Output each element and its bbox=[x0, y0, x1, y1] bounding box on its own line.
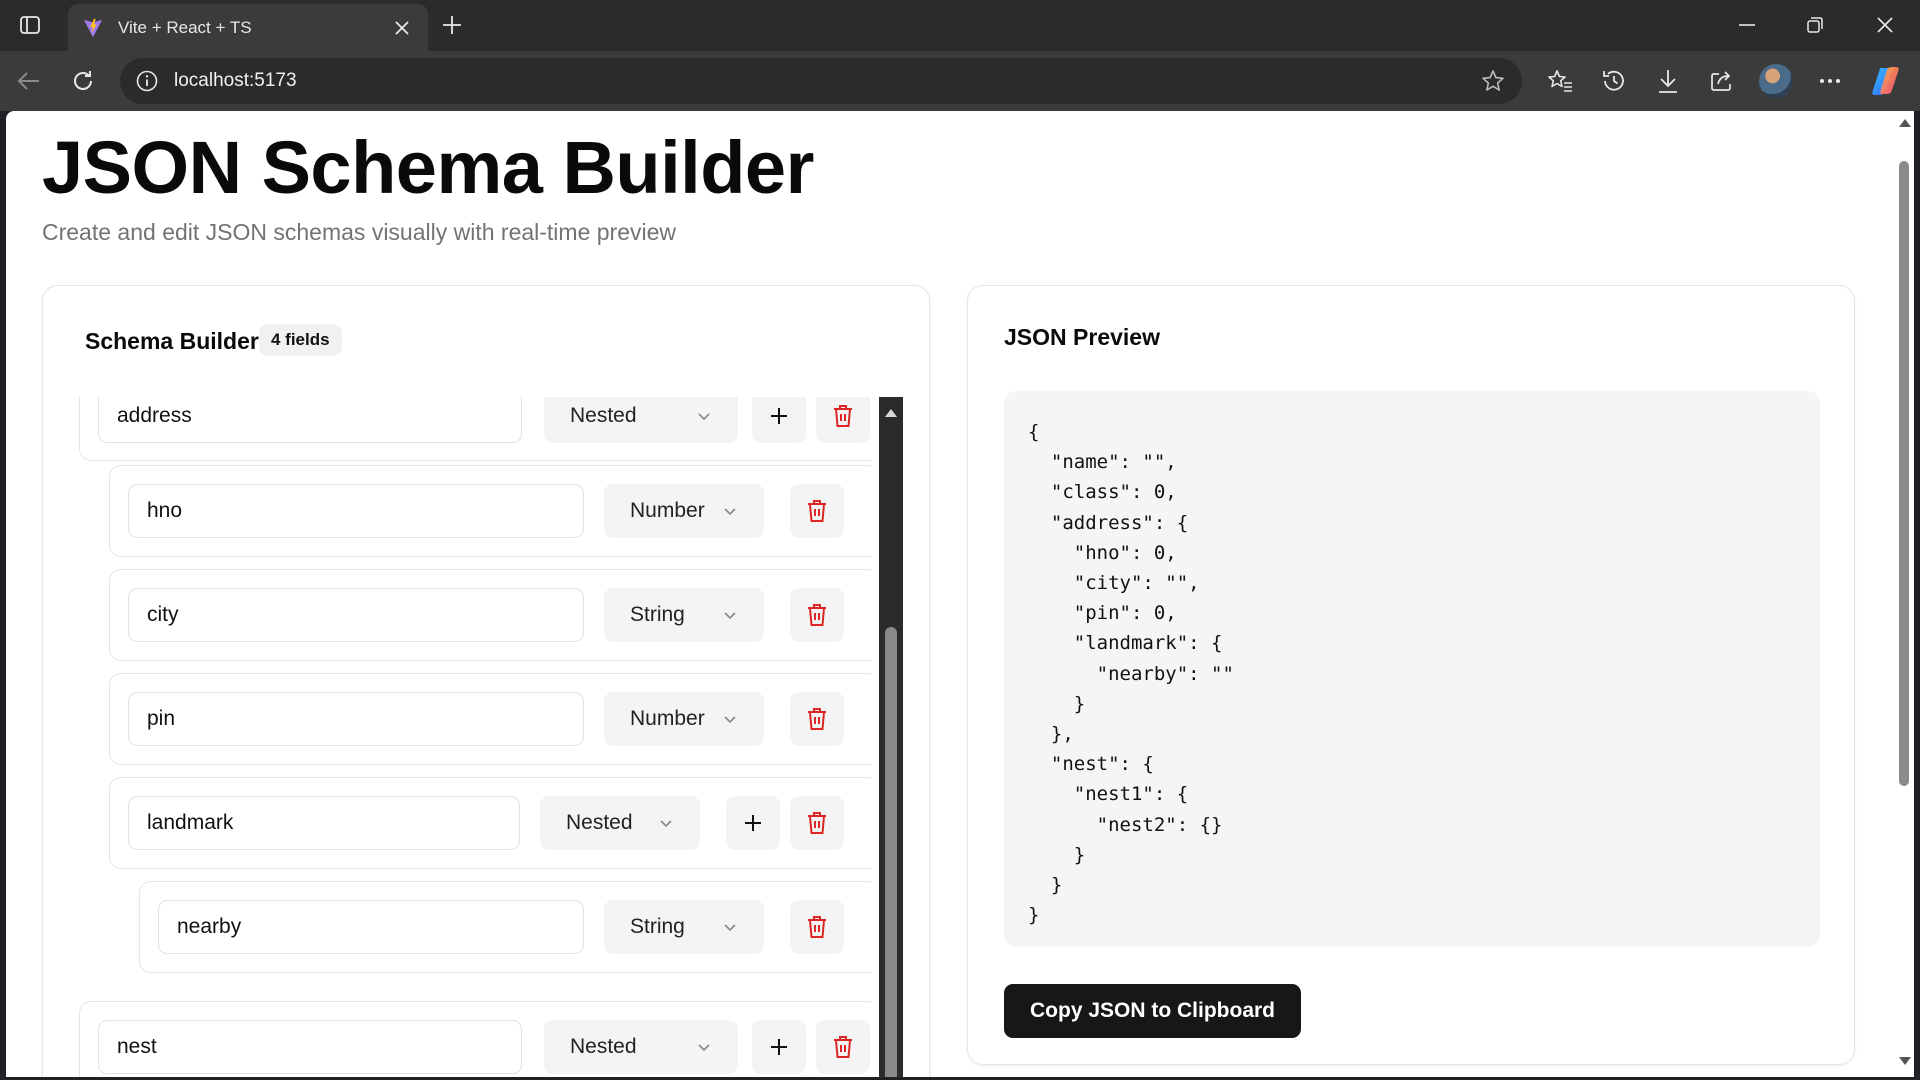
close-window-icon[interactable] bbox=[1858, 6, 1912, 44]
field-type-select[interactable]: Nested bbox=[544, 1020, 738, 1074]
browser-tab-active[interactable]: Vite + React + TS bbox=[68, 4, 428, 51]
tab-title: Vite + React + TS bbox=[118, 17, 252, 37]
field-list[interactable]: address Nested hno Number city String pi… bbox=[43, 397, 871, 1077]
field-type-value: String bbox=[630, 915, 685, 938]
json-output: { "name": "", "class": 0, "address": { "… bbox=[1028, 421, 1234, 927]
minimize-icon[interactable] bbox=[1720, 6, 1774, 44]
close-tab-icon[interactable] bbox=[390, 16, 414, 40]
chevron-down-icon bbox=[698, 1044, 710, 1052]
field-block-hno: hno Number bbox=[109, 465, 871, 557]
field-block-nest: nest Nested bbox=[79, 1001, 871, 1077]
delete-field-button[interactable] bbox=[816, 1020, 870, 1074]
browser-toolbar: localhost:5173 bbox=[0, 51, 1920, 111]
field-name-input[interactable]: city bbox=[128, 588, 584, 642]
more-options-icon[interactable] bbox=[1810, 62, 1850, 100]
json-preview-card: JSON Preview { "name": "", "class": 0, "… bbox=[967, 285, 1855, 1065]
field-name-input[interactable]: nest bbox=[98, 1020, 522, 1074]
page-subtitle: Create and edit JSON schemas visually wi… bbox=[42, 219, 677, 245]
page-title: JSON Schema Builder bbox=[42, 126, 814, 209]
delete-field-button[interactable] bbox=[790, 484, 844, 538]
page-scrollbar[interactable] bbox=[1894, 111, 1914, 1077]
scroll-down-arrow-icon[interactable] bbox=[1899, 1057, 1911, 1065]
delete-field-button[interactable] bbox=[790, 588, 844, 642]
field-count-badge: 4 fields bbox=[259, 324, 342, 356]
field-name-input[interactable]: pin bbox=[128, 692, 584, 746]
scroll-up-arrow-icon[interactable] bbox=[885, 409, 897, 417]
tab-actions-icon[interactable] bbox=[14, 10, 46, 40]
field-type-select[interactable]: Number bbox=[604, 692, 764, 746]
field-block-address: address Nested bbox=[79, 397, 871, 461]
add-nested-field-button[interactable] bbox=[726, 796, 780, 850]
trash-icon bbox=[808, 916, 826, 938]
downloads-icon[interactable] bbox=[1648, 62, 1688, 100]
field-name-input[interactable]: hno bbox=[128, 484, 584, 538]
field-block-landmark: landmark Nested bbox=[109, 777, 871, 869]
field-type-select[interactable]: Number bbox=[604, 484, 764, 538]
field-type-value: Nested bbox=[570, 1035, 637, 1058]
chevron-down-icon bbox=[724, 508, 736, 516]
history-icon[interactable] bbox=[1594, 62, 1634, 100]
trash-icon bbox=[808, 604, 826, 626]
field-block-city: city String bbox=[109, 569, 871, 661]
share-icon[interactable] bbox=[1702, 62, 1742, 100]
copilot-icon[interactable] bbox=[1866, 62, 1906, 100]
delete-field-button[interactable] bbox=[790, 900, 844, 954]
field-type-value: Nested bbox=[566, 811, 633, 834]
favorites-icon[interactable] bbox=[1540, 62, 1580, 100]
schema-builder-card: Schema Builder 4 fields address Nested h bbox=[42, 285, 930, 1077]
add-nested-field-button[interactable] bbox=[752, 397, 806, 443]
field-name-input[interactable]: landmark bbox=[128, 796, 520, 850]
json-preview-title: JSON Preview bbox=[1004, 324, 1160, 350]
page-viewport: JSON Schema Builder Create and edit JSON… bbox=[6, 111, 1894, 1077]
delete-field-button[interactable] bbox=[790, 692, 844, 746]
chevron-down-icon bbox=[724, 924, 736, 932]
plus-icon bbox=[771, 1039, 787, 1055]
trash-icon bbox=[834, 405, 852, 427]
plus-icon bbox=[745, 815, 761, 831]
field-type-value: Number bbox=[630, 499, 705, 522]
field-type-value: Number bbox=[630, 707, 705, 730]
field-block-pin: pin Number bbox=[109, 673, 871, 765]
field-type-select[interactable]: String bbox=[604, 588, 764, 642]
scrollbar-thumb[interactable] bbox=[885, 627, 897, 1077]
back-icon[interactable] bbox=[10, 62, 48, 100]
field-name-input[interactable]: address bbox=[98, 397, 522, 443]
trash-icon bbox=[808, 500, 826, 522]
field-name-input[interactable]: nearby bbox=[158, 900, 584, 954]
browser-tab-bar: Vite + React + TS bbox=[0, 0, 1920, 51]
delete-field-button[interactable] bbox=[790, 796, 844, 850]
add-nested-field-button[interactable] bbox=[752, 1020, 806, 1074]
profile-avatar[interactable] bbox=[1756, 62, 1796, 100]
trash-icon bbox=[834, 1036, 852, 1058]
field-type-select[interactable]: String bbox=[604, 900, 764, 954]
refresh-icon[interactable] bbox=[64, 62, 102, 100]
site-info-icon[interactable] bbox=[134, 68, 160, 94]
vite-logo-icon bbox=[83, 18, 103, 37]
chevron-down-icon bbox=[698, 413, 710, 421]
plus-icon bbox=[771, 408, 787, 424]
new-tab-button[interactable] bbox=[436, 10, 468, 40]
address-bar[interactable]: localhost:5173 bbox=[120, 58, 1522, 104]
window-edge bbox=[1914, 111, 1920, 1080]
page-scrollbar-thumb[interactable] bbox=[1899, 161, 1909, 786]
field-block-nearby: nearby String bbox=[139, 881, 871, 973]
copy-json-button[interactable]: Copy JSON to Clipboard bbox=[1004, 984, 1302, 1038]
chevron-down-icon bbox=[724, 716, 736, 724]
field-type-select[interactable]: Nested bbox=[540, 796, 700, 850]
chevron-down-icon bbox=[660, 820, 672, 828]
schema-builder-title: Schema Builder bbox=[85, 328, 259, 354]
trash-icon bbox=[808, 708, 826, 730]
delete-field-button[interactable] bbox=[816, 397, 870, 443]
field-type-value: String bbox=[630, 603, 685, 626]
field-type-select[interactable]: Nested bbox=[544, 397, 738, 443]
trash-icon bbox=[808, 812, 826, 834]
json-code-block: { "name": "", "class": 0, "address": { "… bbox=[1004, 391, 1820, 947]
restore-icon[interactable] bbox=[1788, 6, 1842, 44]
field-type-value: Nested bbox=[570, 404, 637, 427]
chevron-down-icon bbox=[724, 612, 736, 620]
favorite-star-icon[interactable] bbox=[1478, 66, 1508, 96]
field-list-scrollbar[interactable] bbox=[879, 397, 903, 1077]
scroll-up-arrow-icon[interactable] bbox=[1899, 119, 1911, 127]
url-text[interactable]: localhost:5173 bbox=[174, 70, 1478, 92]
